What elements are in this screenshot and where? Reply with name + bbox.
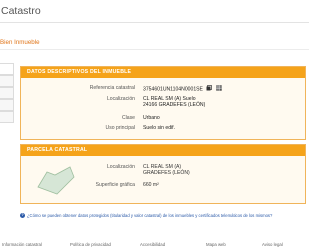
title-divider (0, 22, 309, 23)
footer-link-2[interactable]: Política de privacidad (70, 242, 111, 247)
footer-link-3[interactable]: Accesibilidad (140, 242, 165, 247)
footer-link-4[interactable]: Mapa web (206, 242, 226, 247)
parcel-area-label: Superficie gráfica (95, 182, 135, 188)
cadastral-reference-row: Referencia catastral 3754601UN1104N0001S… (21, 85, 305, 93)
help-link[interactable]: ? ¿Cómo se pueden obtener datos protegido… (20, 213, 272, 219)
descriptive-data-title: DATOS DESCRIPTIVOS DEL INMUEBLE (21, 67, 305, 78)
copy-icon[interactable] (206, 85, 213, 93)
side-tab-1[interactable] (0, 63, 14, 75)
parcel-location-row: Localización (21, 164, 135, 178)
location-row: Localización CL REAL SM (A) Suelo 24166 … (21, 96, 305, 110)
footer-link-5[interactable]: Aviso legal (262, 242, 283, 247)
main-use-label: Uso principal (105, 125, 135, 131)
footer: Información catastral Política de privac… (0, 242, 309, 249)
parcel-location-label: Localización (106, 164, 135, 170)
class-label: Clase (121, 115, 135, 121)
class-row: Clase Urbano (21, 115, 305, 123)
grid-icon[interactable] (216, 85, 222, 93)
page-title: Catastro (1, 5, 41, 17)
cadastral-parcel-panel: PARCELA CATASTRAL Localización CL REAL S… (20, 144, 306, 204)
cadastral-parcel-title: PARCELA CATASTRAL (21, 145, 305, 156)
side-tab-2[interactable] (0, 75, 14, 87)
location-value: CL REAL SM (A) Suelo 24166 GRADEFES (LEÓ… (143, 96, 205, 108)
parcel-location-value: CL REAL SM (A) GRADEFES (LEÓN) (143, 164, 190, 176)
side-tabs (0, 63, 14, 123)
location-line-2: 24166 GRADEFES (LEÓN) (143, 102, 206, 108)
cadastral-reference-value: 3754601UN1104N0001SE (143, 85, 222, 93)
parcel-area-value: 660 m² (143, 182, 159, 188)
main-use-row: Uso principal Suelo sin edif. (21, 125, 305, 133)
help-link-text[interactable]: ¿Cómo se pueden obtener datos protegidos… (27, 213, 272, 218)
class-value: Urbano (143, 115, 160, 121)
breadcrumb[interactable]: Bien Inmueble (0, 39, 40, 46)
main-use-value: Suelo sin edif. (143, 125, 175, 131)
side-tab-4[interactable] (0, 99, 14, 111)
parcel-location-line-2: GRADEFES (LEÓN) (143, 170, 190, 176)
cadastral-reference-label: Referencia catastral (89, 85, 135, 91)
location-label: Localización (106, 96, 135, 102)
side-tab-3[interactable] (0, 87, 14, 99)
footer-link-1[interactable]: Información catastral (2, 242, 42, 247)
descriptive-data-panel: DATOS DESCRIPTIVOS DEL INMUEBLE Referenc… (20, 66, 306, 140)
cadastral-reference-text: 3754601UN1104N0001SE (143, 86, 203, 93)
breadcrumb-divider (0, 49, 309, 50)
side-tab-5[interactable] (0, 111, 14, 123)
question-icon: ? (20, 213, 25, 219)
